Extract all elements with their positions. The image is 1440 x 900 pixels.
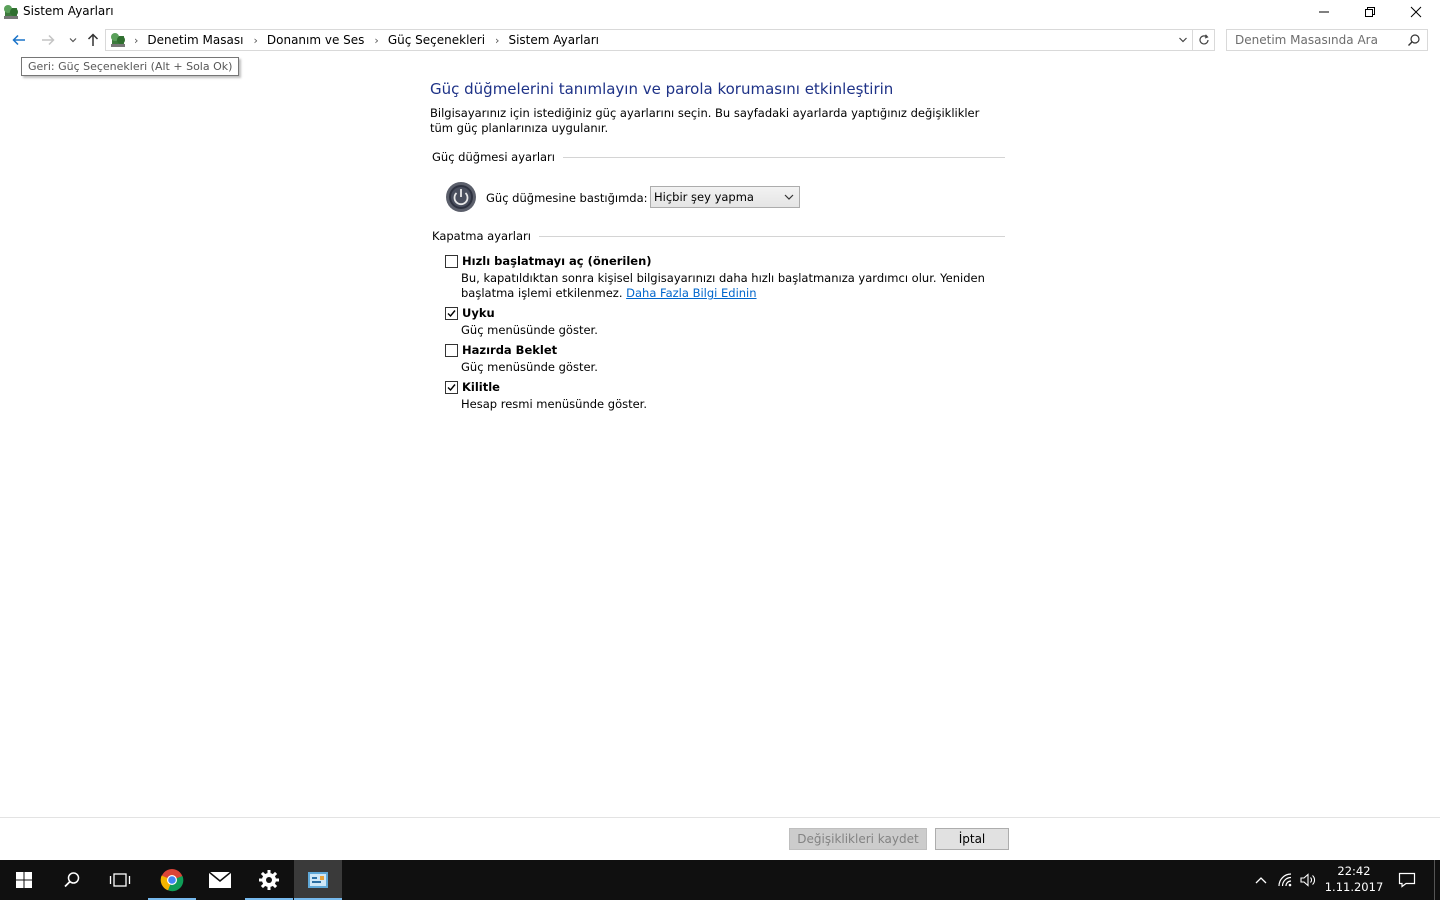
checkmark-icon (447, 384, 456, 392)
taskbar-mail[interactable] (196, 860, 244, 900)
refresh-button[interactable] (1193, 29, 1215, 51)
control-panel-icon (2, 3, 20, 21)
page-description: Bilgisayarınız için istediğiniz güç ayar… (430, 106, 980, 135)
show-hidden-icons-button[interactable] (1250, 860, 1272, 900)
up-button[interactable] (82, 28, 104, 52)
sleep-checkbox[interactable] (445, 307, 458, 320)
taskbar-control-panel[interactable] (294, 860, 342, 900)
lock-label[interactable]: Kilitle (462, 380, 500, 394)
back-tooltip: Geri: Güç Seçenekleri (Alt + Sola Ok) (21, 57, 240, 76)
control-panel-icon (308, 872, 328, 888)
network-button[interactable] (1276, 860, 1296, 900)
back-arrow-icon (12, 34, 25, 46)
chevron-up-icon (1255, 877, 1267, 884)
notification-icon (1398, 872, 1416, 888)
up-arrow-icon (87, 33, 99, 46)
sleep-description: Güç menüsünde göster. (461, 323, 598, 337)
back-button[interactable] (8, 28, 30, 52)
cancel-button[interactable]: İptal (935, 828, 1009, 850)
task-view-button[interactable] (96, 860, 144, 900)
chevron-down-icon (69, 38, 77, 43)
chevron-down-icon (1179, 37, 1187, 43)
refresh-icon (1198, 34, 1209, 45)
breadcrumb: › Denetim Masası › Donanım ve Ses › Güç … (132, 33, 607, 47)
taskbar-chrome[interactable] (148, 860, 196, 900)
show-desktop-button[interactable] (1434, 860, 1435, 900)
fast-startup-label[interactable]: Hızlı başlatmayı aç (önerilen) (462, 254, 652, 268)
address-bar[interactable]: › Denetim Masası › Donanım ve Ses › Güç … (105, 29, 1193, 51)
chevron-right-icon[interactable]: › (253, 34, 257, 47)
volume-button[interactable] (1298, 860, 1318, 900)
hibernate-label[interactable]: Hazırda Beklet (462, 343, 557, 357)
speaker-icon (1300, 873, 1315, 887)
divider (538, 235, 1005, 237)
search-input[interactable]: Denetim Masasında Ara (1226, 29, 1428, 51)
clock-time: 22:42 (1337, 864, 1371, 878)
power-button-icon (445, 181, 477, 213)
restore-button[interactable] (1347, 0, 1393, 24)
chevron-right-icon[interactable]: › (495, 34, 499, 47)
start-button[interactable] (0, 860, 48, 900)
power-button-action-select[interactable]: Hiçbir şey yapma (650, 186, 800, 208)
navigation-bar: › Denetim Masası › Donanım ve Ses › Güç … (0, 28, 1440, 52)
title-bar: Sistem Ayarları (0, 0, 1440, 24)
window-title: Sistem Ayarları (23, 4, 114, 18)
search-placeholder: Denetim Masasında Ara (1235, 33, 1378, 47)
lock-checkbox[interactable] (445, 381, 458, 394)
windows-logo-icon (16, 872, 32, 888)
lock-description: Hesap resmi menüsünde göster. (461, 397, 648, 411)
page-title: Güç düğmelerini tanımlayın ve parola kor… (430, 80, 894, 98)
fast-startup-checkbox[interactable] (445, 255, 458, 268)
action-center-button[interactable] (1392, 860, 1422, 900)
task-view-icon (109, 873, 131, 887)
search-icon[interactable] (1407, 33, 1421, 47)
breadcrumb-system-settings[interactable]: Sistem Ayarları (508, 33, 599, 47)
chevron-down-icon (783, 191, 795, 203)
chrome-icon (160, 869, 184, 892)
save-changes-button[interactable]: Değişiklikleri kaydet (789, 828, 927, 850)
power-button-row: Güç düğmesine bastığımda: Hiçbir şey yap… (445, 181, 1005, 213)
mail-icon (208, 871, 232, 888)
forward-button[interactable] (37, 28, 59, 52)
minimize-button[interactable] (1301, 0, 1347, 24)
gear-icon (259, 870, 279, 890)
breadcrumb-hardware-sound[interactable]: Donanım ve Ses (267, 33, 365, 47)
fast-startup-description: Bu, kapatıldıktan sonra kişisel bilgisay… (461, 271, 1001, 301)
chevron-right-icon: › (134, 33, 139, 47)
learn-more-link[interactable]: Daha Fazla Bilgi Edinin (626, 286, 756, 300)
chevron-right-icon[interactable]: › (374, 34, 378, 47)
section-heading-label: Güç düğmesi ayarları (432, 150, 555, 164)
breadcrumb-power-options[interactable]: Güç Seçenekleri (388, 33, 485, 47)
power-button-label: Güç düğmesine bastığımda: (486, 191, 648, 205)
shutdown-section-heading: Kapatma ayarları (432, 229, 1005, 243)
taskbar-clock[interactable]: 22:42 1.11.2017 (1322, 863, 1386, 895)
power-button-section-heading: Güç düğmesi ayarları (432, 150, 1005, 164)
power-button-action-value: Hiçbir şey yapma (654, 190, 754, 204)
section-heading-label: Kapatma ayarları (432, 229, 531, 243)
wifi-icon (1278, 873, 1292, 887)
taskbar-settings[interactable] (245, 860, 293, 900)
forward-arrow-icon (42, 34, 55, 46)
hibernate-description: Güç menüsünde göster. (461, 360, 598, 374)
search-icon (64, 872, 80, 888)
control-panel-icon (109, 32, 127, 48)
hibernate-checkbox[interactable] (445, 344, 458, 357)
checkmark-icon (447, 310, 456, 318)
divider (562, 156, 1005, 158)
search-button[interactable] (48, 860, 96, 900)
close-button[interactable] (1393, 0, 1439, 24)
taskbar: 22:42 1.11.2017 (0, 860, 1440, 900)
sleep-label[interactable]: Uyku (462, 306, 495, 320)
clock-date: 1.11.2017 (1324, 880, 1384, 894)
breadcrumb-control-panel[interactable]: Denetim Masası (147, 33, 243, 47)
recent-locations-button[interactable] (62, 28, 84, 52)
divider (0, 817, 1440, 818)
address-history-dropdown[interactable] (1175, 32, 1191, 48)
